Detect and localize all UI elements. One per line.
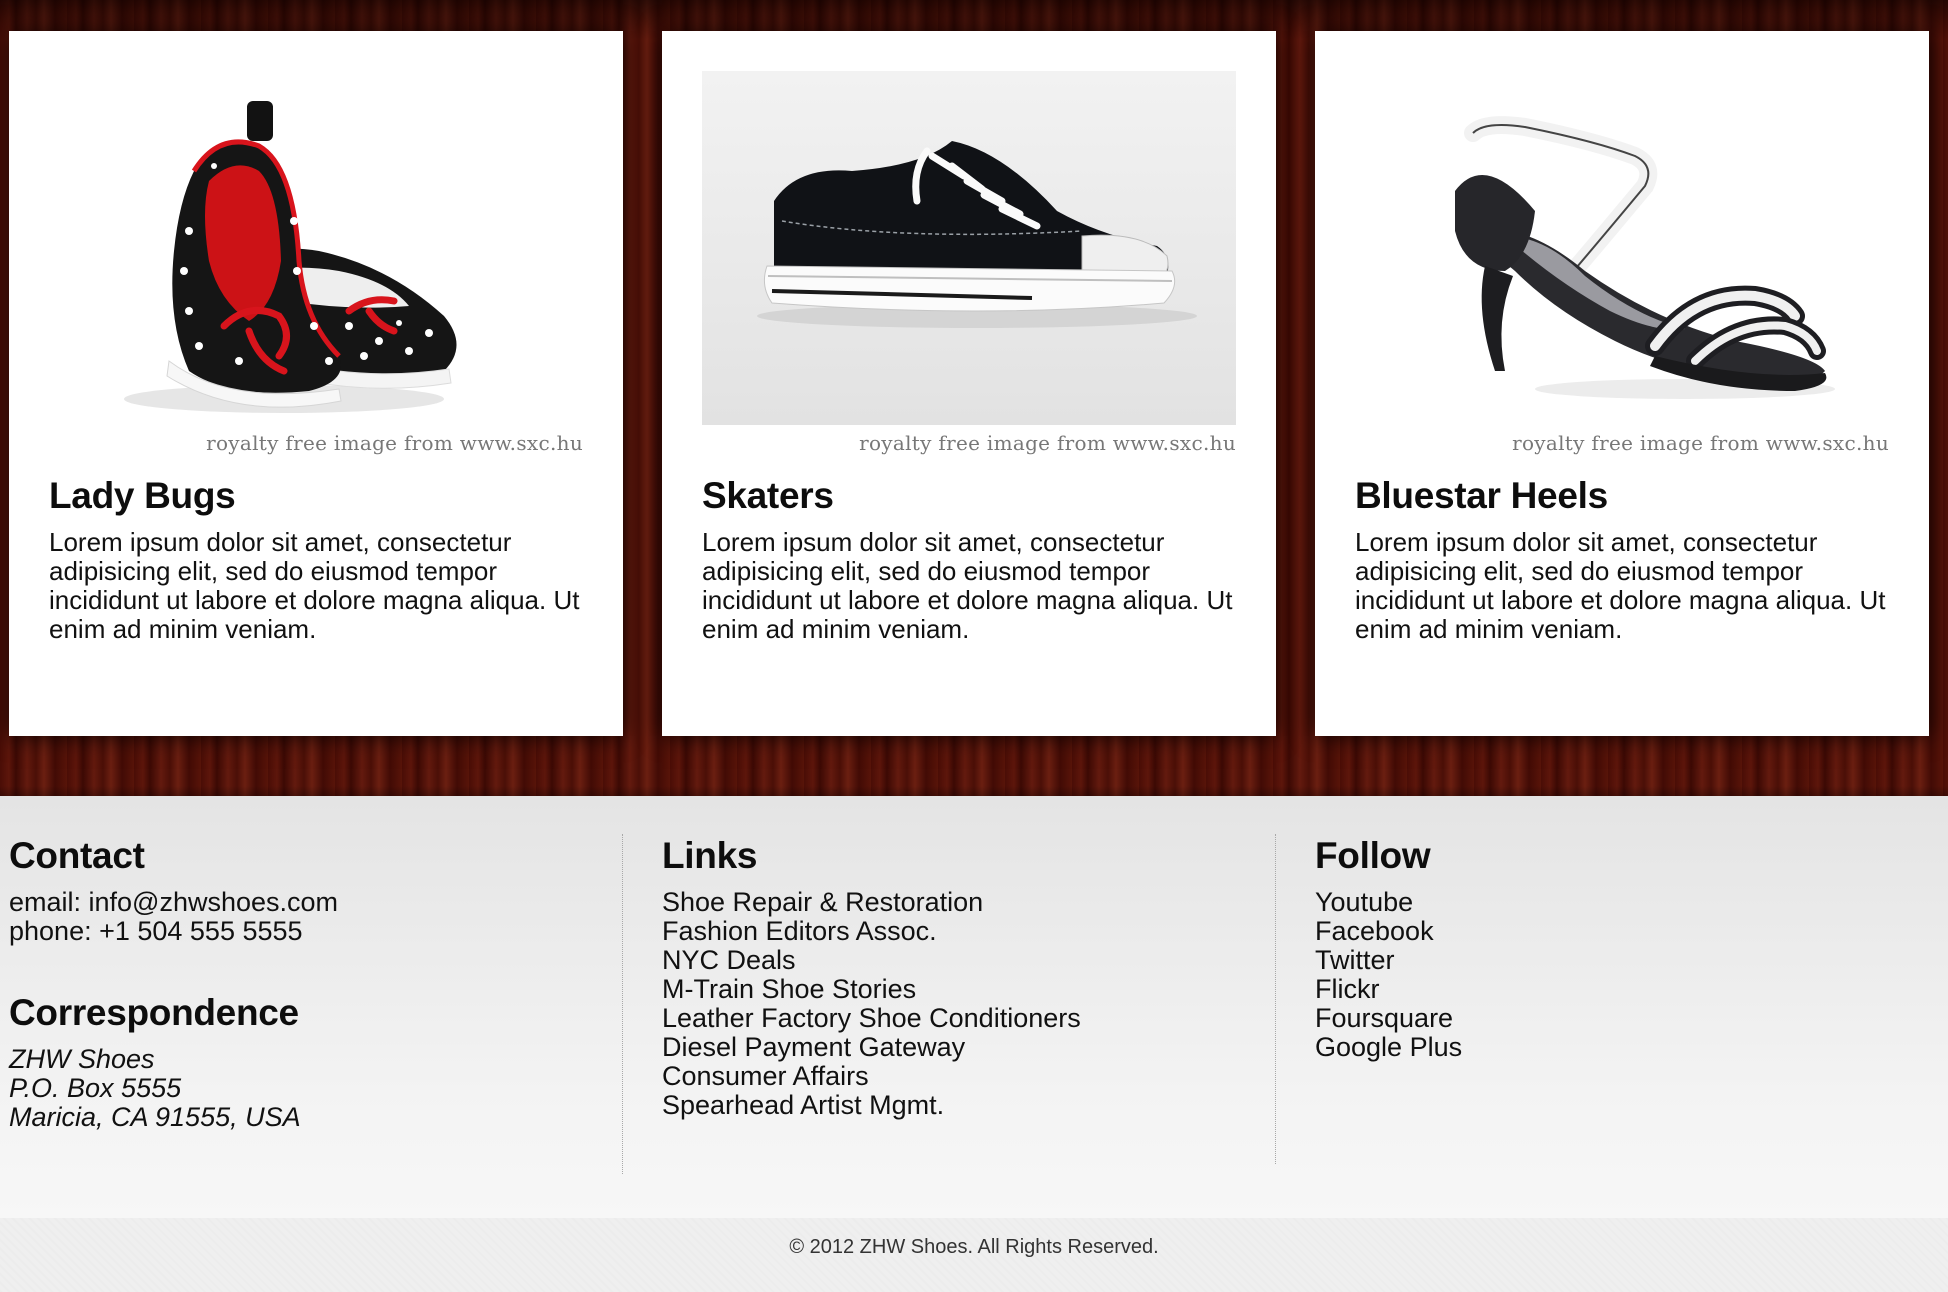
address-line: Maricia, CA 91555, USA	[9, 1102, 301, 1132]
footer-link[interactable]: NYC Deals	[662, 946, 1262, 975]
product-description: Lorem ipsum dolor sit amet, consectetur …	[1355, 527, 1886, 644]
social-link-flickr[interactable]: Flickr	[1315, 975, 1915, 1004]
product-title[interactable]: Bluestar Heels	[1355, 475, 1608, 517]
product-description: Lorem ipsum dolor sit amet, consectetur …	[49, 527, 580, 644]
social-link-facebook[interactable]: Facebook	[1315, 917, 1915, 946]
column-divider	[1275, 834, 1276, 1164]
footer-link[interactable]: Leather Factory Shoe Conditioners	[662, 1004, 1262, 1033]
product-title[interactable]: Skaters	[702, 475, 834, 517]
address-line: ZHW Shoes	[9, 1044, 155, 1074]
product-description: Lorem ipsum dolor sit amet, consectetur …	[702, 527, 1233, 644]
black-sneaker-photo[interactable]	[702, 71, 1236, 425]
footer-link[interactable]: Diesel Payment Gateway	[662, 1033, 1262, 1062]
polka-dot-flats-photo[interactable]	[49, 71, 583, 425]
mailing-address: ZHW Shoes P.O. Box 5555 Maricia, CA 9155…	[9, 1045, 609, 1132]
address-line: P.O. Box 5555	[9, 1073, 182, 1103]
footer-link[interactable]: Shoe Repair & Restoration	[662, 888, 1262, 917]
footer-link[interactable]: Fashion Editors Assoc.	[662, 917, 1262, 946]
follow-heading: Follow	[1315, 835, 1431, 876]
footer-link[interactable]: M-Train Shoe Stories	[662, 975, 1262, 1004]
contact-heading: Contact	[9, 835, 145, 876]
column-divider	[622, 834, 623, 1174]
links-heading: Links	[662, 835, 758, 876]
product-card-lady-bugs[interactable]: royalty free image from www.sxc.hu Lady …	[9, 31, 623, 736]
image-credit[interactable]: royalty free image from www.sxc.hu	[1512, 431, 1889, 455]
contact-column: Contact email: info@zhwshoes.com phone: …	[9, 834, 609, 1132]
links-column: Links Shoe Repair & Restoration Fashion …	[662, 834, 1262, 1120]
image-credit[interactable]: royalty free image from www.sxc.hu	[206, 431, 583, 455]
copyright-text: © 2012 ZHW Shoes. All Rights Reserved.	[789, 1236, 1159, 1258]
social-link-youtube[interactable]: Youtube	[1315, 888, 1915, 917]
social-link-twitter[interactable]: Twitter	[1315, 946, 1915, 975]
correspondence-heading: Correspondence	[9, 992, 299, 1033]
footer-link[interactable]: Consumer Affairs	[662, 1062, 1262, 1091]
follow-column: Follow Youtube Facebook Twitter Flickr F…	[1315, 834, 1915, 1062]
contact-email: email: info@zhwshoes.com	[9, 887, 339, 917]
strappy-heel-photo[interactable]	[1355, 71, 1889, 425]
footer-link[interactable]: Spearhead Artist Mgmt.	[662, 1091, 1262, 1120]
product-card-skaters[interactable]: royalty free image from www.sxc.hu Skate…	[662, 31, 1276, 736]
copyright-bar: © 2012 ZHW Shoes. All Rights Reserved.	[0, 1218, 1948, 1292]
social-link-foursquare[interactable]: Foursquare	[1315, 1004, 1915, 1033]
image-credit[interactable]: royalty free image from www.sxc.hu	[859, 431, 1236, 455]
footer-info: Contact email: info@zhwshoes.com phone: …	[0, 796, 1948, 1218]
product-card-bluestar-heels[interactable]: royalty free image from www.sxc.hu Blues…	[1315, 31, 1929, 736]
product-title[interactable]: Lady Bugs	[49, 475, 236, 517]
social-link-google-plus[interactable]: Google Plus	[1315, 1033, 1915, 1062]
contact-phone: phone: +1 504 555 5555	[9, 916, 303, 946]
products-section: royalty free image from www.sxc.hu Lady …	[0, 0, 1948, 796]
